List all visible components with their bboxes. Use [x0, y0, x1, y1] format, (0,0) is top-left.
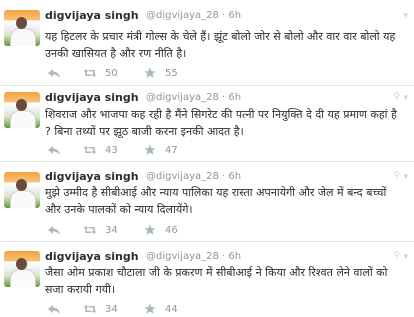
retweet-button[interactable]: 34 — [83, 224, 118, 236]
chevron-down-icon[interactable]: ▾ — [403, 93, 408, 103]
location-pin-icon[interactable]: ⚲ — [393, 251, 400, 261]
retweet-icon — [83, 67, 97, 79]
timestamp: 6h — [228, 251, 242, 262]
tweet-item[interactable]: digvijaya singh @digvijaya_28 · 6h ⚲ ▾ ज… — [0, 242, 414, 315]
retweet-button[interactable]: 34 — [83, 303, 118, 315]
favorite-count: 47 — [165, 144, 178, 156]
timestamp: 6h — [228, 171, 242, 182]
star-icon — [143, 67, 157, 79]
avatar[interactable] — [4, 172, 40, 208]
star-icon — [143, 224, 157, 236]
star-icon — [143, 144, 157, 156]
author-name[interactable]: digvijaya singh — [45, 9, 139, 22]
tweet-item[interactable]: digvijaya singh @digvijaya_28 · 6h ⚲ ▾ श… — [0, 86, 414, 162]
tweet-item[interactable]: digvijaya singh @digvijaya_28 · 6h ▾ यह … — [0, 0, 414, 86]
reply-button[interactable] — [47, 303, 61, 315]
author-handle[interactable]: @digvijaya_28 · 6h — [146, 92, 241, 103]
tweet-text: शिवराज और भाजपा कह रही है मैंने सिगरेट क… — [45, 108, 397, 138]
avatar[interactable] — [4, 10, 40, 46]
author-handle[interactable]: @digvijaya_28 · 6h — [146, 251, 241, 262]
retweet-count: 34 — [105, 224, 118, 236]
author-handle[interactable]: @digvijaya_28 · 6h — [146, 10, 241, 21]
star-icon — [143, 303, 157, 315]
chevron-down-icon[interactable]: ▾ — [403, 11, 408, 21]
reply-icon — [47, 67, 61, 79]
chevron-down-icon[interactable]: ▾ — [403, 252, 408, 262]
location-pin-icon[interactable]: ⚲ — [393, 171, 400, 181]
retweet-icon — [83, 144, 97, 156]
timestamp: 6h — [228, 92, 242, 103]
favorite-button[interactable]: 47 — [143, 144, 178, 156]
retweet-count: 43 — [105, 144, 118, 156]
retweet-icon — [83, 303, 97, 315]
tweet-item[interactable]: digvijaya singh @digvijaya_28 · 6h ⚲ ▾ म… — [0, 162, 414, 242]
retweet-button[interactable]: 43 — [83, 144, 118, 156]
author-name[interactable]: digvijaya singh — [45, 250, 139, 263]
favorite-count: 46 — [165, 224, 178, 236]
favorite-button[interactable]: 46 — [143, 224, 178, 236]
favorite-count: 55 — [165, 67, 178, 79]
tweet-text: जैसा ओम प्रकाश चौटाला जी के प्रकरण में स… — [45, 266, 388, 296]
tweet-text: यह हिटलर के प्रचार मंत्री गोल्स के चेले … — [45, 30, 396, 60]
reply-button[interactable] — [47, 144, 61, 156]
reply-icon — [47, 224, 61, 236]
author-name[interactable]: digvijaya singh — [45, 170, 139, 183]
favorite-button[interactable]: 55 — [143, 67, 178, 79]
retweet-button[interactable]: 50 — [83, 67, 118, 79]
retweet-count: 50 — [105, 67, 118, 79]
author-name[interactable]: digvijaya singh — [45, 91, 139, 104]
tweet-text: मुझे उम्मीद है सीबीआई और न्याय पालिका यह… — [45, 186, 387, 216]
reply-icon — [47, 303, 61, 315]
reply-icon — [47, 144, 61, 156]
retweet-count: 34 — [105, 303, 118, 315]
avatar[interactable] — [4, 251, 40, 287]
favorite-count: 44 — [165, 303, 178, 315]
location-pin-icon[interactable]: ⚲ — [393, 92, 400, 102]
chevron-down-icon[interactable]: ▾ — [403, 172, 408, 182]
favorite-button[interactable]: 44 — [143, 303, 178, 315]
reply-button[interactable] — [47, 224, 61, 236]
timestamp: 6h — [228, 10, 242, 21]
retweet-icon — [83, 224, 97, 236]
tweet-feed: digvijaya singh @digvijaya_28 · 6h ▾ यह … — [0, 0, 414, 315]
avatar[interactable] — [4, 92, 40, 128]
reply-button[interactable] — [47, 67, 61, 79]
author-handle[interactable]: @digvijaya_28 · 6h — [146, 171, 241, 182]
